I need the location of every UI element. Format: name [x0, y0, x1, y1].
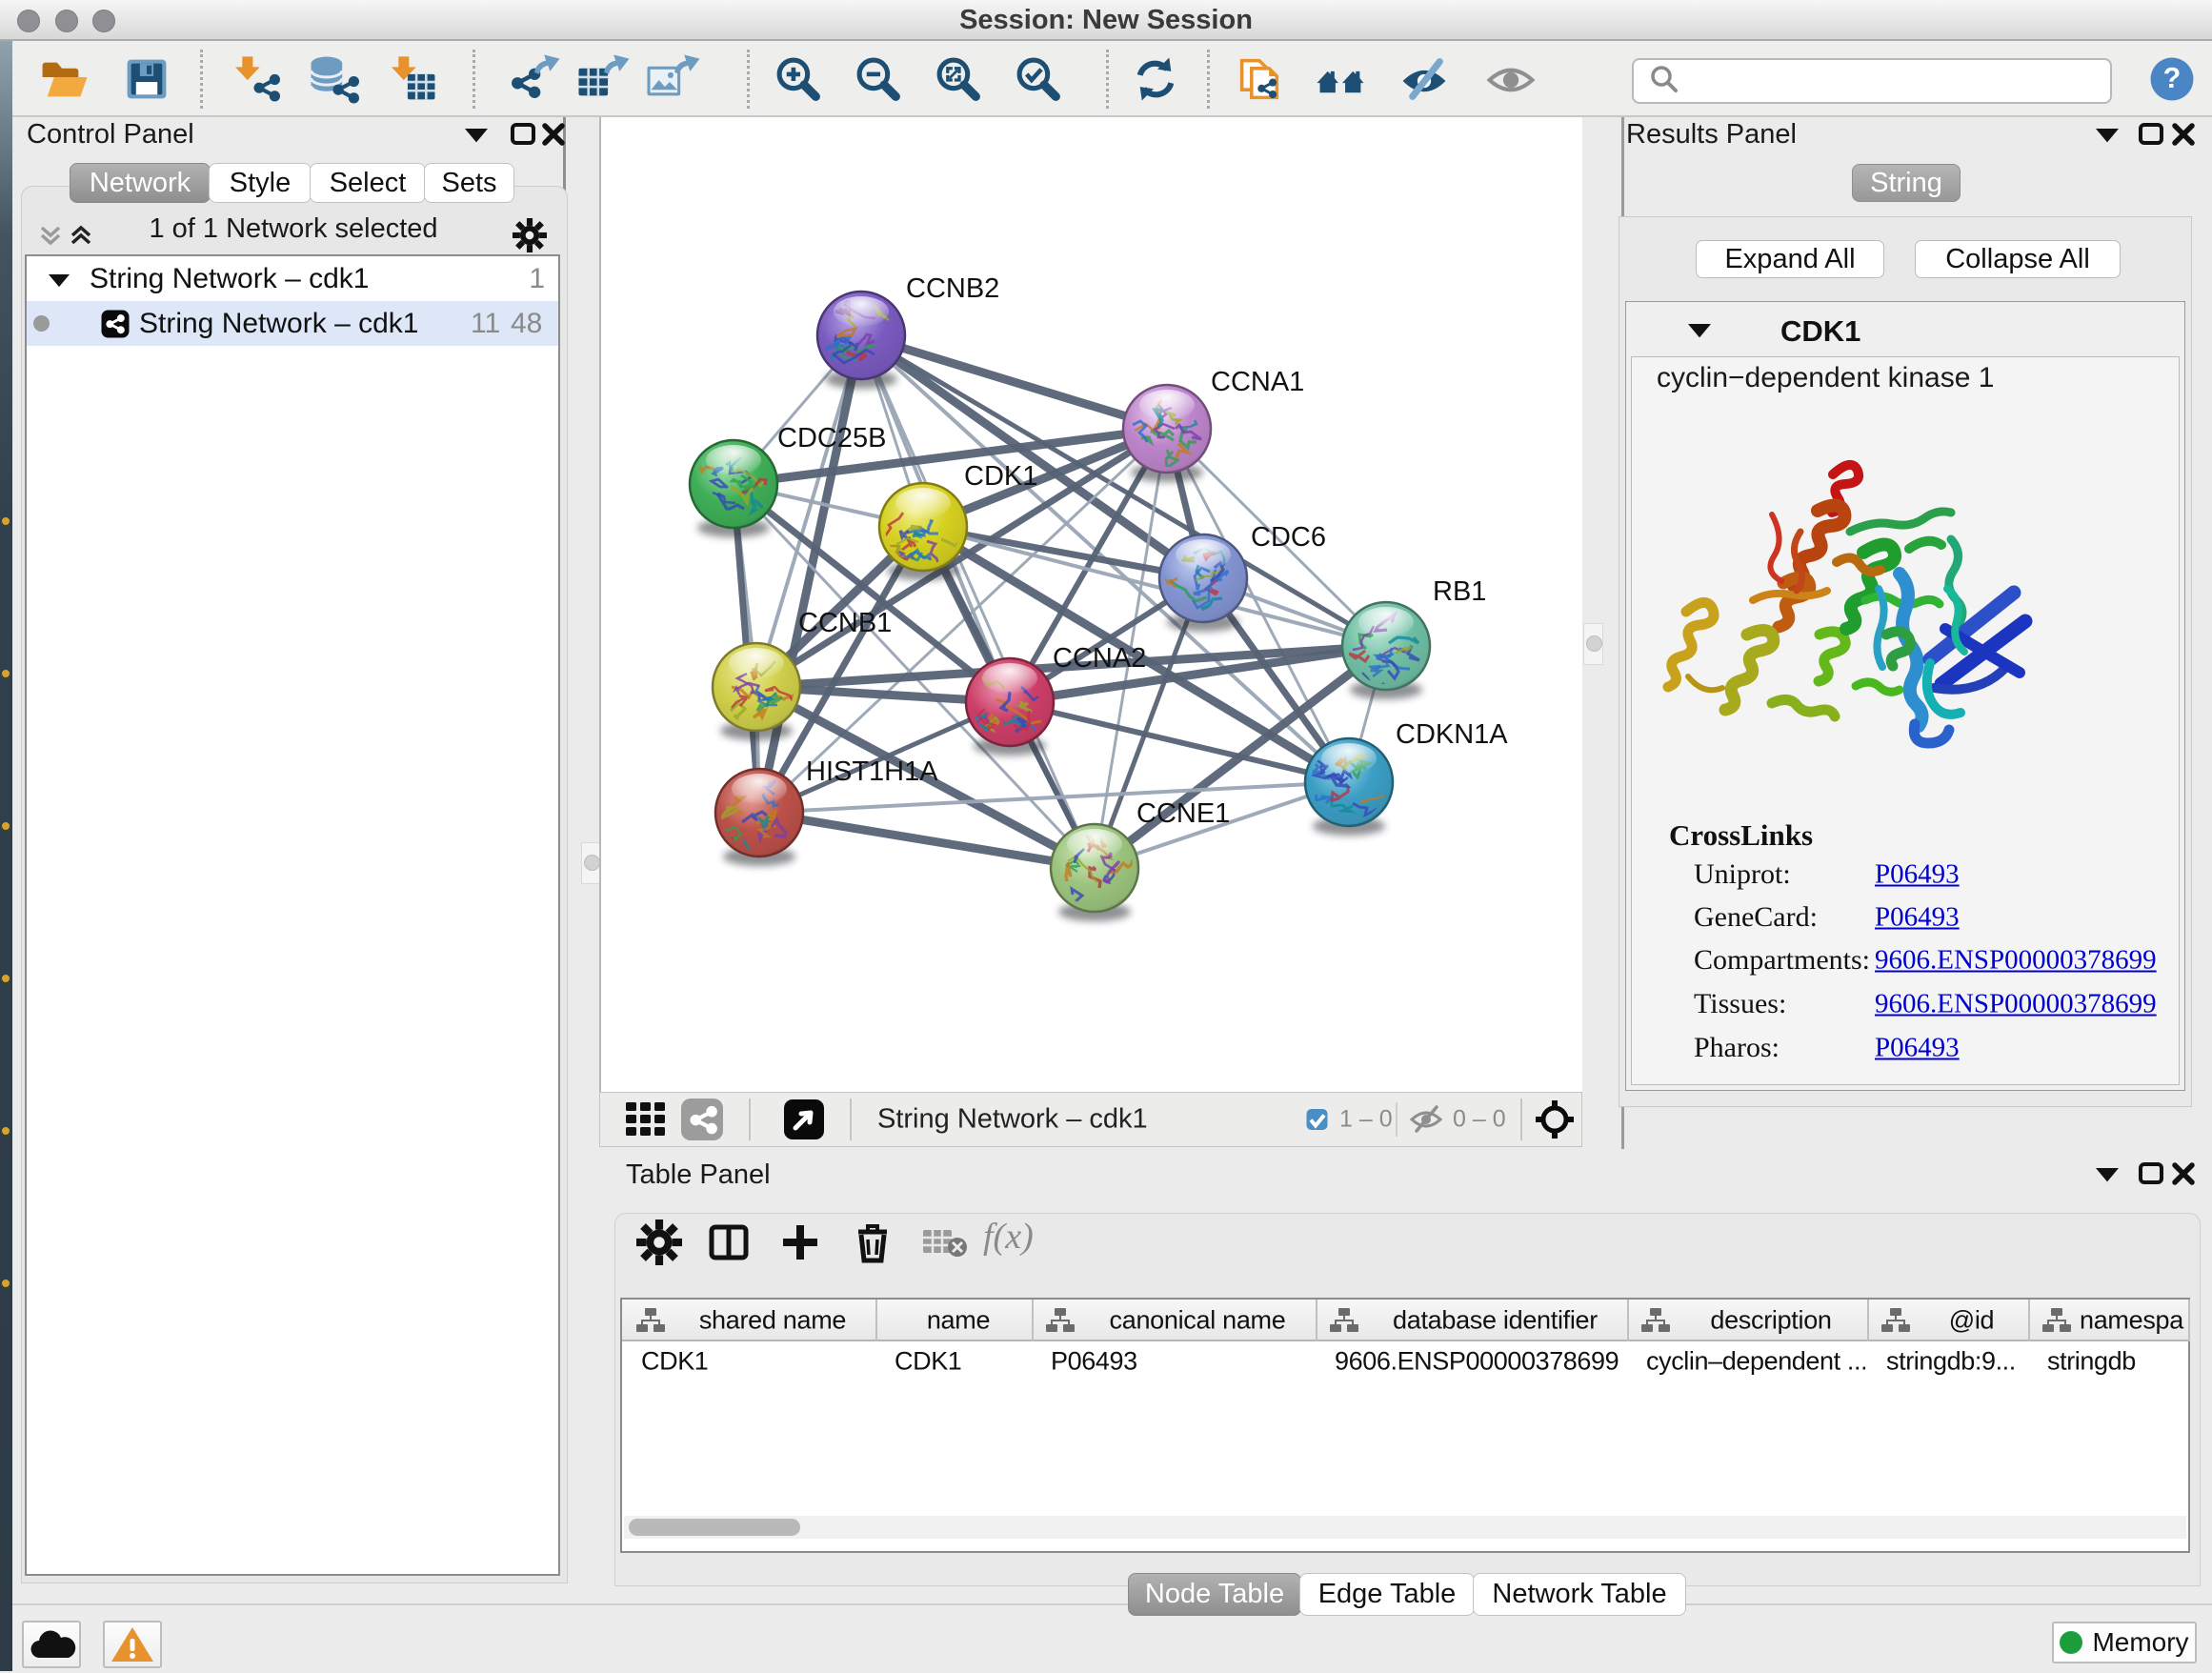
svg-text:CCNA2: CCNA2 [1053, 643, 1146, 674]
svg-text:CDKN1A: CDKN1A [1396, 719, 1508, 750]
svg-text:CDK1: CDK1 [964, 461, 1037, 492]
svg-text:HIST1H1A: HIST1H1A [806, 756, 938, 787]
svg-text:CCNE1: CCNE1 [1136, 798, 1230, 829]
svg-text:CDC6: CDC6 [1251, 522, 1326, 553]
svg-text:CCNA1: CCNA1 [1211, 367, 1304, 397]
svg-text:CCNB1: CCNB1 [798, 608, 892, 638]
svg-text:CDC25B: CDC25B [777, 423, 886, 454]
svg-text:CCNB2: CCNB2 [906, 273, 999, 304]
svg-text:RB1: RB1 [1433, 576, 1486, 607]
svg-text:?: ? [2163, 62, 2182, 94]
